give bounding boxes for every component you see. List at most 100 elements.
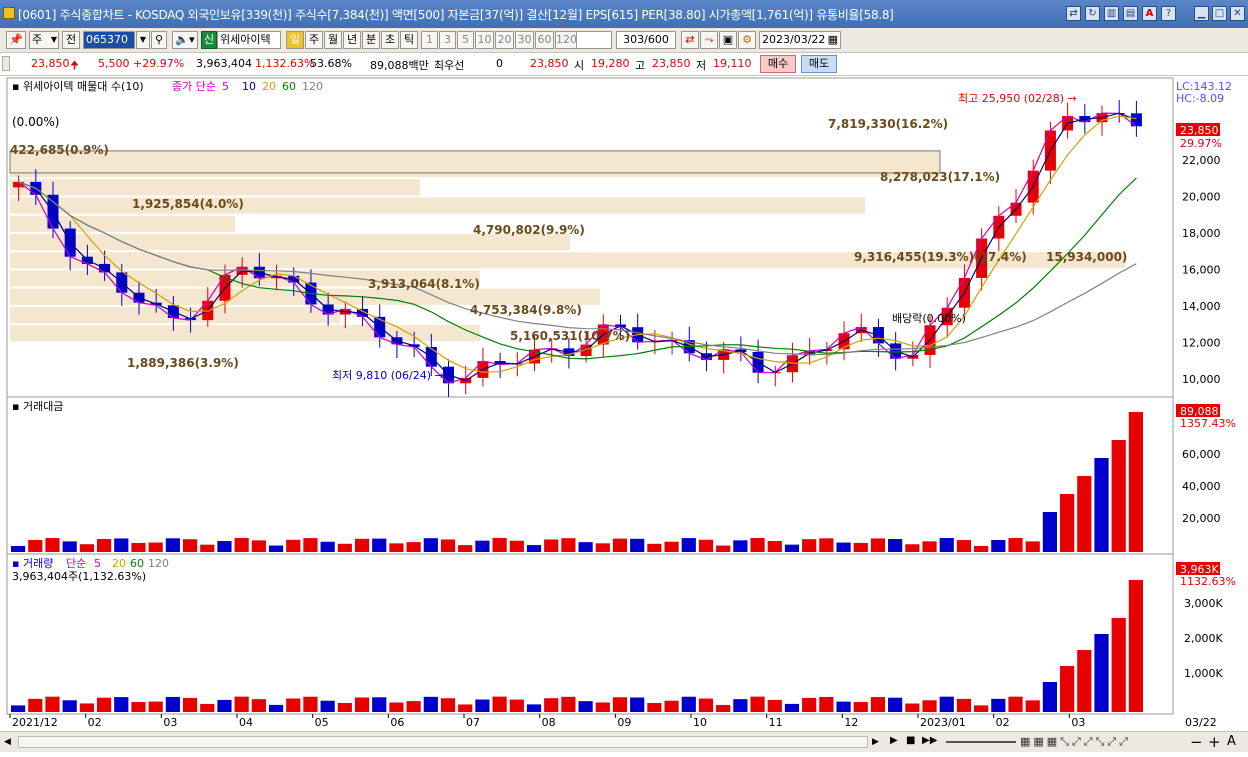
fast-forward-icon[interactable]: ▶▶: [922, 735, 937, 746]
count-input[interactable]: 303/600: [616, 31, 676, 49]
zoom-in-icon[interactable]: +: [1208, 733, 1221, 751]
scroll-track[interactable]: [18, 736, 868, 748]
layout-icon[interactable]: ▥: [1104, 6, 1119, 21]
amount-pct: 1357.43%: [1180, 417, 1236, 430]
link-chart-icon[interactable]: ⤳: [700, 31, 718, 49]
amount-bar: [1008, 538, 1023, 552]
save-icon[interactable]: ▣: [719, 31, 737, 49]
help-icon[interactable]: ?: [1161, 6, 1176, 21]
link-icon[interactable]: ⇄: [1066, 6, 1081, 21]
code-dropdown-button[interactable]: ▼: [136, 31, 150, 49]
amount-bar: [303, 538, 318, 552]
volume-bar: [182, 697, 198, 712]
play-icon[interactable]: ▶: [890, 735, 898, 746]
exchange-tag: 신: [201, 31, 217, 49]
amount-y-label: 60,000: [1182, 448, 1221, 461]
amount-bar: [114, 538, 129, 552]
sidebar-toggle[interactable]: [2, 56, 10, 71]
amount-bar: [767, 541, 782, 552]
up-arrow-icon: 🠉: [70, 59, 80, 72]
chart-type-icons[interactable]: ▦▦▦⤡⤢⤢⤡⤢⤢: [1020, 735, 1131, 749]
tab-minute-3[interactable]: 3: [439, 31, 456, 49]
tab-period-초[interactable]: 초: [381, 31, 399, 49]
amount-panel-frame: [6, 396, 1174, 555]
stop-icon[interactable]: ■: [906, 735, 915, 746]
settings-icon[interactable]: ⚙: [738, 31, 756, 49]
volume-title: ▪ 거래량: [12, 557, 53, 570]
buy-button[interactable]: 매수: [760, 55, 796, 73]
tab-period-틱[interactable]: 틱: [400, 31, 418, 49]
volume-bar: [217, 699, 232, 712]
tab-period-월[interactable]: 월: [324, 31, 342, 49]
date-field[interactable]: 2023/03/22 ▦: [759, 31, 841, 49]
window-title: [0601] 주식종합차트 - KOSDAQ 외국인보유[339(천)] 주식수…: [18, 8, 894, 22]
amount-bar: [11, 546, 26, 552]
amount-bar: [79, 544, 94, 552]
tab-minute-60[interactable]: 60: [535, 31, 554, 49]
tab-period-주[interactable]: 주: [305, 31, 323, 49]
pin-icon[interactable]: 📌: [6, 31, 26, 49]
amount-bar: [956, 540, 972, 552]
tab-minute-10[interactable]: 10: [475, 31, 494, 49]
amount-bar: [939, 538, 954, 552]
font-icon[interactable]: A: [1142, 6, 1157, 21]
maximize-button[interactable]: □: [1212, 6, 1227, 21]
volume-pct: 1,132.63%: [255, 57, 315, 70]
stock-code-input[interactable]: 065370: [83, 31, 135, 49]
amount-bar: [595, 543, 610, 552]
amount-bar: [784, 544, 800, 552]
volume-ma-period: 5: [94, 557, 101, 570]
scroll-right-button[interactable]: ▶: [872, 735, 884, 749]
amount-bar: [664, 541, 679, 552]
close-button[interactable]: ✕: [1230, 6, 1245, 21]
volume-bar: [1077, 650, 1092, 712]
tab-minute-5[interactable]: 5: [457, 31, 474, 49]
low-price: 19,110: [713, 57, 752, 70]
zoom-out-icon[interactable]: −: [1190, 733, 1203, 751]
amount-bar: [45, 538, 60, 552]
tab-minute-20[interactable]: 20: [495, 31, 514, 49]
search-icon[interactable]: ⚲: [151, 31, 167, 49]
high-annotation: 최고 25,950 (02/28) →: [958, 92, 1077, 105]
tab-minute-1[interactable]: 1: [421, 31, 438, 49]
profile-band: [10, 215, 235, 232]
amount-bar: [905, 544, 920, 552]
chart-canvas[interactable]: ▪ 위세아이텍 매물대 수(10) 종가 단순 5 10 20 60 120 LC:143.1…: [0, 76, 1248, 731]
chart-area[interactable]: ▪ 위세아이텍 매물대 수(10) 종가 단순 5 10 20 60 120 LC:143.1…: [0, 76, 1248, 731]
period-select[interactable]: 주 ▼: [29, 31, 59, 49]
amount-bar: [440, 539, 456, 552]
profile-label: 15,934,000): [1046, 250, 1127, 264]
minimize-button[interactable]: ▁: [1194, 6, 1209, 21]
amount-bar: [354, 538, 370, 552]
volume-bar: [337, 702, 352, 712]
volume-bar: [612, 697, 628, 712]
volume-pct: 1132.63%: [1180, 575, 1236, 588]
font-size-icon[interactable]: A: [1227, 734, 1236, 749]
scroll-left-button[interactable]: ◀: [4, 735, 16, 749]
volume-bar: [561, 696, 576, 712]
volume-bar: [45, 696, 60, 712]
window-titlebar: [0601] 주식종합차트 - KOSDAQ 외국인보유[339(천)] 주식수…: [0, 0, 1248, 28]
tab-period-일[interactable]: 일: [286, 31, 304, 49]
trade-icon[interactable]: ⇄: [681, 31, 699, 49]
sell-button[interactable]: 매도: [801, 55, 837, 73]
zoom-slider[interactable]: [946, 741, 1016, 743]
tab-period-분[interactable]: 분: [362, 31, 380, 49]
volume-bar: [423, 696, 438, 712]
tab-period-년[interactable]: 년: [343, 31, 361, 49]
profile-label: 7,819,330(16.2%): [828, 117, 948, 131]
tab-minute-120[interactable]: 120: [555, 31, 577, 49]
speaker-icon[interactable]: 🔈▾: [172, 31, 198, 49]
stock-name-field[interactable]: 위세아이텍: [217, 31, 281, 49]
date-value: 2023/03/22: [762, 33, 826, 46]
tab-minute-30[interactable]: 30: [515, 31, 534, 49]
volume-bar: [320, 700, 335, 712]
refresh-icon[interactable]: ↻: [1085, 6, 1100, 21]
interval-input[interactable]: [576, 31, 612, 49]
stock-code-value: 065370: [86, 33, 128, 46]
x-label: 03: [163, 716, 177, 729]
save-screen-icon[interactable]: ▤: [1123, 6, 1138, 21]
prev-button[interactable]: 전: [62, 31, 80, 49]
amount-bar: [526, 545, 542, 552]
priority-label: 최우선: [434, 59, 465, 72]
